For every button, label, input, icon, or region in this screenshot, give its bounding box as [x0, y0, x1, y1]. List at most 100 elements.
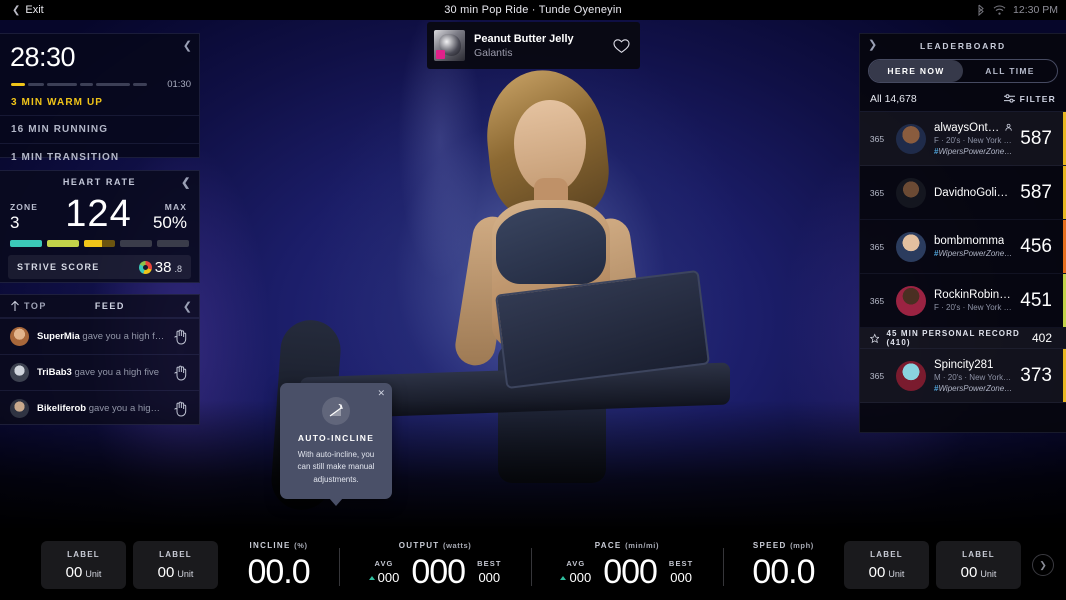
metric-unit: (watts)	[443, 541, 472, 550]
metric-group-pace: PACE (min/mi) AVG 000 000 BEST 000	[531, 530, 723, 600]
collapse-feed-panel-button[interactable]: ❮	[183, 302, 192, 313]
high-five-icon[interactable]	[173, 364, 189, 381]
leaderboard-row[interactable]: 365 DavidnoGoliath 587	[860, 166, 1066, 220]
leaderboard-row[interactable]: 365 bombmomma #WipersPowerZonePock 456	[860, 220, 1066, 274]
metric-name: INCLINE	[249, 541, 291, 550]
filter-icon	[1003, 94, 1015, 103]
personal-record-row: 45 MIN PERSONAL RECORD (410) 402	[860, 328, 1066, 349]
workout-plan-panel: 28:30 ❮ 01:30 3 MIN WARM UP 16 MIN RUNNI…	[0, 33, 200, 163]
feed-list: SuperMia gave you a high five TriBab3 gav…	[0, 318, 199, 426]
metric-name: OUTPUT	[398, 541, 440, 550]
current-segment: 3 MIN WARM UP	[11, 97, 104, 108]
close-icon[interactable]: ✕	[377, 388, 385, 399]
leaderboard-header: ❯ LEADERBOARD	[860, 34, 1066, 57]
avatar	[896, 177, 926, 208]
metric-unit: (%)	[294, 541, 308, 550]
leaderboard-score: 456	[1020, 235, 1052, 257]
leaderboard-row[interactable]: 365 RockinRobin720 F · 20's · New York Cit…	[860, 274, 1066, 328]
high-five-icon[interactable]	[173, 328, 189, 345]
feed-tabs: TOP FEED ❮	[0, 295, 199, 318]
feed-item[interactable]: TriBab3 gave you a high five	[0, 354, 199, 390]
metric-tile-left-0[interactable]: LABEL 00 Unit	[41, 541, 126, 589]
metric-tile-left-1[interactable]: LABEL 00 Unit	[133, 541, 218, 589]
arrow-up-icon	[11, 300, 19, 311]
leaderboard-username: Spincity281	[934, 358, 994, 371]
leaderboard-user-info: RockinRobin720 F · 20's · New York City, …	[934, 289, 1012, 312]
social-feed-panel: TOP FEED ❮ SuperMia gave you a high five…	[0, 294, 200, 425]
metric-main-value: 00.0	[247, 553, 310, 591]
trend-up-icon	[560, 575, 567, 580]
heart-rate-title: HEART RATE	[62, 177, 137, 187]
progress-segment-4	[96, 83, 130, 86]
metric-name: PACE	[594, 541, 622, 550]
strive-score-row[interactable]: STRIVE SCORE 38 .8	[8, 255, 191, 279]
high-five-icon[interactable]	[173, 400, 189, 417]
upcoming-segment-0[interactable]: 16 MIN RUNNING	[0, 115, 199, 143]
collapse-workout-panel-button[interactable]: ❮	[183, 41, 192, 52]
tab-top[interactable]: TOP	[0, 300, 47, 312]
leaderboard-user-tag: #WipersPowerZonePock	[934, 146, 1012, 156]
metric-avg-label: AVG	[374, 559, 394, 568]
tile-label: LABEL	[870, 549, 903, 559]
metric-avg: AVG 000	[368, 559, 400, 589]
strive-number: 38	[154, 258, 172, 276]
person-icon[interactable]	[1005, 122, 1012, 133]
metric-group-incline: INCLINE (%) 00.0	[218, 530, 339, 600]
avatar	[10, 399, 29, 418]
now-playing-bar[interactable]: Peanut Butter Jelly Galantis	[427, 22, 640, 69]
feed-item[interactable]: SuperMia gave you a high five	[0, 318, 199, 354]
leaderboard-count: All 14,678	[870, 92, 917, 105]
exit-label: Exit	[25, 4, 44, 16]
feed-item[interactable]: Bikeliferob gave you a high five	[0, 390, 199, 426]
hr-zone-value: 3	[10, 213, 20, 232]
leaderboard-user-meta: M · 20's · New York City, New...	[934, 372, 1013, 382]
metric-best: BEST 000	[669, 559, 693, 589]
progress-segment-0	[11, 83, 25, 86]
metric-name: SPEED	[752, 541, 787, 550]
leaderboard-row[interactable]: 365 alwaysOntheGlo...F · 20's · New York …	[860, 112, 1066, 166]
strive-ring-icon	[138, 260, 152, 274]
metric-main-value: 000	[603, 553, 658, 591]
bluetooth-icon	[978, 4, 984, 16]
trend-up-icon	[368, 575, 375, 580]
toggle-all-time[interactable]: ALL TIME	[963, 60, 1057, 82]
heart-icon[interactable]	[613, 38, 630, 54]
metric-tile-right-0[interactable]: LABEL 00 Unit	[844, 541, 929, 589]
hr-zone-bars	[0, 233, 199, 247]
leaderboard-filter-button[interactable]: FILTER	[1003, 93, 1056, 104]
expand-leaderboard-button[interactable]: ❯	[868, 40, 877, 51]
leaderboard-subheader: All 14,678 FILTER	[860, 86, 1066, 112]
exit-button[interactable]: ❮ Exit	[6, 0, 50, 20]
metric-best: BEST 000	[477, 559, 501, 589]
heart-rate-panel: HEART RATE ❮ ZONE 3 124 MAX 50% STRIVE S…	[0, 170, 200, 283]
leaderboard-mode-toggle: HERE NOW ALL TIME	[868, 59, 1058, 83]
hr-zone-bar-3	[83, 240, 116, 247]
feed-item-text: SuperMia gave you a high five	[37, 331, 165, 342]
control-bar: ❯ 000 000 CUSTOMIZE SHORTCUTS Label 0:00…	[0, 485, 1066, 525]
hr-zone-bar-4	[120, 240, 153, 247]
avatar	[10, 327, 29, 346]
tab-feed[interactable]: FEED	[95, 301, 125, 311]
tile-label: LABEL	[67, 549, 100, 559]
wifi-icon	[993, 4, 1006, 15]
segment-remaining-time: 01:30	[167, 79, 191, 90]
upcoming-segment-1[interactable]: 1 MIN TRANSITION	[0, 143, 199, 171]
toggle-here-now[interactable]: HERE NOW	[869, 60, 963, 82]
leaderboard-rank: 365	[869, 370, 885, 381]
app-root: 30 min Pop Ride · Tunde Oyeneyin ❮ Exit …	[0, 0, 1066, 600]
leaderboard-user-info: DavidnoGoliath	[934, 187, 1012, 199]
tile-unit: Unit	[177, 568, 194, 579]
filter-label: FILTER	[1019, 93, 1056, 104]
leaderboard-rank: 365	[869, 295, 885, 306]
metric-tile-right-1[interactable]: LABEL 00 Unit	[936, 541, 1021, 589]
avatar	[896, 123, 926, 154]
chevron-down-icon[interactable]: ❯	[1032, 554, 1054, 576]
progress-segment-2	[47, 83, 77, 86]
leaderboard-title: LEADERBOARD	[920, 40, 1006, 51]
hr-zone-label: ZONE	[10, 202, 39, 212]
metric-avg-value: 000	[377, 570, 400, 585]
collapse-heart-rate-panel-button[interactable]: ❮	[181, 178, 192, 189]
star-icon	[870, 332, 880, 343]
leaderboard-row[interactable]: 365 Spincity281M · 20's · New York City, …	[860, 349, 1066, 403]
leaderboard-rank: 365	[869, 187, 885, 198]
